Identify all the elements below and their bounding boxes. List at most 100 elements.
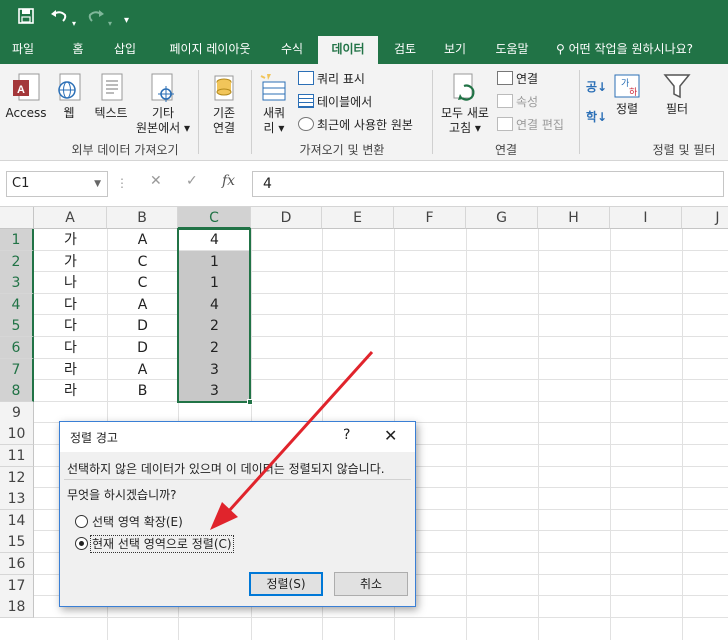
cell-a4[interactable]: 다 [34,294,107,316]
radio-checked-icon[interactable] [75,537,88,550]
column-header-i[interactable]: I [610,207,682,229]
name-box[interactable]: C1 ▼ [6,171,108,197]
cell-b4[interactable]: A [107,294,178,316]
cell-b2[interactable]: C [107,251,178,273]
cell-a1[interactable]: 가 [34,229,107,251]
current-selection-radio[interactable]: 현재 선택 영역으로 정렬(C) [75,535,234,553]
save-icon[interactable] [18,8,34,29]
formula-input[interactable]: 4 [252,171,724,197]
cell-a8[interactable]: 라 [34,380,107,402]
cell-b5[interactable]: D [107,315,178,337]
filter-button[interactable]: 필터 [660,72,694,117]
cell-c6[interactable]: 2 [178,337,251,359]
tab-file[interactable]: 파일 [0,36,46,64]
refresh-all-button[interactable]: 모두 새로 고침 ▾ [436,72,494,136]
row-header-9[interactable]: 9 [0,401,34,424]
row-header-1[interactable]: 1 [0,229,34,251]
row-header-17[interactable]: 17 [0,574,34,597]
tab-help[interactable]: 도움말 [484,36,540,64]
column-header-j[interactable]: J [682,207,728,229]
connections-button[interactable]: 연결 [497,68,538,90]
sort-ascending-button[interactable]: 공↓ [586,76,607,98]
column-header-e[interactable]: E [322,207,394,229]
cell-c5[interactable]: 2 [178,315,251,337]
column-header-g[interactable]: G [466,207,538,229]
cell-a2[interactable]: 가 [34,251,107,273]
row-header-2[interactable]: 2 [0,250,34,273]
tell-me-box[interactable]: ⚲ 어떤 작업을 원하시나요? [556,36,693,64]
sort-button[interactable]: 정렬(S) [249,572,323,596]
tab-insert[interactable]: 삽입 [104,36,146,64]
column-header-d[interactable]: D [251,207,322,229]
tab-home[interactable]: 홈 [58,36,98,64]
chevron-down-icon[interactable]: ▼ [94,172,101,196]
cancel-button[interactable]: 취소 [334,572,408,596]
sort-button[interactable]: 가하 정렬 [610,72,644,117]
close-icon[interactable]: ✕ [384,426,397,445]
radio-unchecked-icon[interactable] [75,515,88,528]
cell-c2[interactable]: 1 [178,251,251,273]
from-text-button[interactable]: 텍스트 [90,72,132,121]
cell-c3[interactable]: 1 [178,272,251,294]
row-header-13[interactable]: 13 [0,488,34,511]
tab-page-layout[interactable]: 페이지 레이아웃 [156,36,264,64]
from-access-button[interactable]: A Access [4,72,48,121]
help-icon[interactable]: ? [343,427,350,443]
column-header-b[interactable]: B [107,207,178,229]
confirm-entry-icon[interactable]: ✓ [186,173,198,189]
column-header-f[interactable]: F [394,207,466,229]
cell-a5[interactable]: 다 [34,315,107,337]
from-web-button[interactable]: 웹 [52,72,86,121]
new-query-button[interactable]: 새쿼 리 ▾ [256,72,292,136]
row-header-11[interactable]: 11 [0,445,34,467]
cell-c1[interactable]: 4 [178,229,251,251]
from-other-sources-button[interactable]: 기타 원본에서 ▾ [134,72,192,136]
row-header-18[interactable]: 18 [0,596,34,619]
cell-c4[interactable]: 4 [178,294,251,316]
row-header-4[interactable]: 4 [0,293,34,316]
row-header-12[interactable]: 12 [0,466,34,489]
insert-function-icon[interactable]: fx [222,173,235,189]
undo-icon[interactable] [50,8,68,29]
from-table-label: 테이블에서 [317,95,373,109]
column-header-h[interactable]: H [538,207,610,229]
existing-connections-button[interactable]: 기존 연결 [204,72,244,136]
row-header-16[interactable]: 16 [0,553,34,575]
row-header-6[interactable]: 6 [0,337,34,359]
tab-data[interactable]: 데이터 [318,36,378,64]
select-all-button[interactable] [0,207,34,229]
undo-dropdown-icon[interactable]: ▾ [72,14,76,34]
tab-review[interactable]: 검토 [384,36,426,64]
cell-a7[interactable]: 라 [34,359,107,381]
row-header-5[interactable]: 5 [0,315,34,338]
cell-c7[interactable]: 3 [178,359,251,381]
cell-a6[interactable]: 다 [34,337,107,359]
show-queries-button[interactable]: 쿼리 표시 [298,68,365,90]
row-header-10[interactable]: 10 [0,423,34,446]
column-header-c[interactable]: C [178,207,251,229]
fill-handle[interactable] [247,398,253,405]
cell-c8[interactable]: 3 [178,380,251,402]
sort-descending-button[interactable]: 학↓ [586,106,607,128]
expand-selection-radio[interactable]: 선택 영역 확장(E) [75,513,183,531]
from-table-button[interactable]: 테이블에서 [298,91,372,113]
recent-sources-button[interactable]: 최근에 사용한 원본 [298,114,413,136]
tab-view[interactable]: 보기 [432,36,478,64]
cell-b6[interactable]: D [107,337,178,359]
row-header-7[interactable]: 7 [0,358,34,381]
cell-a3[interactable]: 나 [34,272,107,294]
formula-bar-grip-icon[interactable]: ⋮ [116,176,128,190]
row-header-3[interactable]: 3 [0,272,34,295]
cancel-entry-icon[interactable]: ✕ [150,173,162,189]
cell-b1[interactable]: A [107,229,178,251]
cell-b7[interactable]: A [107,359,178,381]
dialog-title-bar[interactable]: 정렬 경고 ? ✕ [60,422,415,452]
row-header-15[interactable]: 15 [0,531,34,554]
customize-qat-icon[interactable]: ▾ [124,11,129,31]
column-header-a[interactable]: A [34,207,107,229]
row-header-8[interactable]: 8 [0,380,34,403]
cell-b3[interactable]: C [107,272,178,294]
cell-b8[interactable]: B [107,380,178,402]
tab-formulas[interactable]: 수식 [272,36,312,64]
row-header-14[interactable]: 14 [0,509,34,532]
